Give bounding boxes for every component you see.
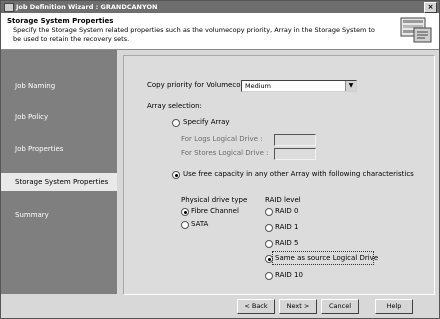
help-button[interactable]: Help (375, 299, 413, 314)
raid-10-label[interactable]: RAID 10 (275, 271, 303, 279)
raid-1-label[interactable]: RAID 1 (275, 223, 299, 231)
raid-0-label[interactable]: RAID 0 (275, 207, 299, 215)
step-description: Specify the Storage System related prope… (13, 26, 375, 43)
drive-type-fibre-channel-label[interactable]: Fibre Channel (191, 207, 239, 215)
use-free-capacity-label[interactable]: Use free capacity in any other Array wit… (183, 170, 414, 178)
step-title: Storage System Properties (7, 17, 114, 25)
raid-5-label[interactable]: RAID 5 (275, 239, 299, 247)
chevron-down-icon[interactable]: ▼ (345, 81, 356, 91)
properties-panel: Copy priority for Volumecopy: Medium ▼ A… (123, 55, 435, 295)
copy-priority-value: Medium (245, 82, 271, 90)
raid-0-radio[interactable] (265, 208, 273, 216)
storage-wizard-icon (400, 17, 432, 43)
copy-priority-select[interactable]: Medium ▼ (241, 80, 357, 92)
wizard-header: Storage System Properties Specify the St… (1, 13, 439, 50)
use-free-capacity-radio[interactable] (172, 171, 180, 179)
nav-item-job-properties[interactable]: Job Properties (1, 140, 117, 158)
window-title: Job Definition Wizard : GRANDCANYON (16, 3, 158, 11)
nav-item-storage-system-properties[interactable]: Storage System Properties (1, 173, 117, 191)
physical-drive-type-label: Physical drive type (181, 196, 248, 204)
nav-item-job-naming[interactable]: Job Naming (1, 77, 117, 95)
nav-item-job-policy[interactable]: Job Policy (1, 108, 117, 126)
drive-type-sata-radio[interactable] (181, 221, 189, 229)
app-icon (4, 3, 14, 12)
raid-10-radio[interactable] (265, 272, 273, 280)
cancel-button[interactable]: Cancel (321, 299, 359, 314)
array-selection-label: Array selection: (147, 102, 202, 110)
back-button[interactable]: < Back (237, 299, 275, 314)
drive-type-fibre-channel-radio[interactable] (181, 208, 189, 216)
raid-level-label: RAID level (265, 196, 301, 204)
drive-type-sata-label[interactable]: SATA (191, 220, 208, 228)
stores-drive-field (274, 148, 316, 160)
logs-drive-label: For Logs Logical Drive : (181, 135, 263, 143)
wizard-step-list: Job Naming Job Policy Job Properties Sto… (1, 50, 117, 294)
nav-item-summary[interactable]: Summary (1, 206, 117, 224)
next-button[interactable]: Next > (279, 299, 317, 314)
button-bar: < Back Next > Cancel Help (1, 294, 439, 318)
raid-1-radio[interactable] (265, 224, 273, 232)
specify-array-label[interactable]: Specify Array (183, 118, 230, 126)
copy-priority-label: Copy priority for Volumecopy: (147, 81, 251, 89)
raid-5-radio[interactable] (265, 240, 273, 248)
specify-array-radio[interactable] (172, 119, 180, 127)
logs-drive-field (274, 134, 316, 146)
title-bar[interactable]: Job Definition Wizard : GRANDCANYON × (1, 1, 439, 13)
stores-drive-label: For Stores Logical Drive : (181, 149, 269, 157)
close-button[interactable]: × (424, 2, 437, 13)
raid-same-as-source-label[interactable]: Same as source Logical Drive (275, 254, 378, 262)
wizard-window: Job Definition Wizard : GRANDCANYON × St… (0, 0, 440, 319)
